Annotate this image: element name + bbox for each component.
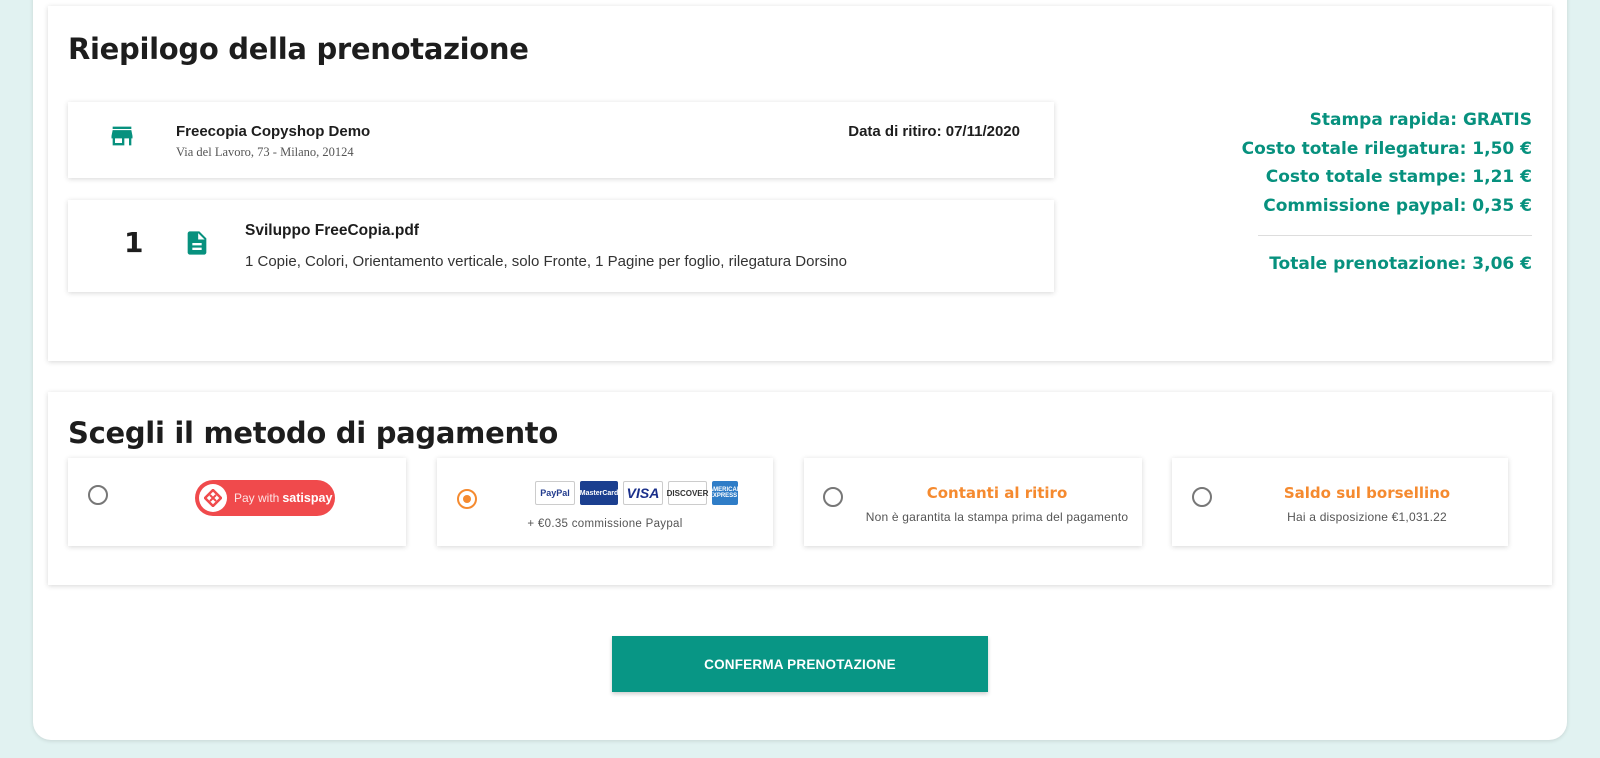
store-icon <box>111 126 133 146</box>
amex-logo: AMERICAN EXPRESS <box>709 481 741 505</box>
paypal-fee-note: + €0.35 commissione Paypal <box>527 518 683 530</box>
total-booking-line: Totale prenotazione: 3,06 € <box>1269 254 1532 274</box>
radio-satispay[interactable] <box>88 485 108 505</box>
payment-option-satispay[interactable]: Pay with satispay <box>68 458 406 546</box>
payment-option-wallet[interactable]: Saldo sul borsellino Hai a disposizione … <box>1172 458 1508 546</box>
file-item-box: 1 Sviluppo FreeCopia.pdf 1 Copie, Colori… <box>68 200 1054 292</box>
discover-logo: DISCOVER <box>667 481 708 505</box>
pickup-date: Data di ritiro: 07/11/2020 <box>848 123 1020 140</box>
satispay-label: Pay with <box>234 491 280 505</box>
fast-print-line: Stampa rapida: GRATIS <box>1309 110 1532 130</box>
paypal-logo: PayPal <box>535 481 575 505</box>
paypal-fee-line: Commissione paypal: 0,35 € <box>1263 195 1532 216</box>
binding-cost-line: Costo totale rilegatura: 1,50 € <box>1241 138 1532 159</box>
payment-option-cash[interactable]: Contanti al ritiro Non è garantita la st… <box>804 458 1142 546</box>
wallet-subtitle: Hai a disposizione €1,031.22 <box>1287 510 1447 524</box>
file-quantity: 1 <box>124 226 144 259</box>
mastercard-logo: MasterCard <box>580 481 618 505</box>
card-logos: PayPal MasterCard VISA DISCOVER AMERICAN… <box>535 481 741 505</box>
file-name: Sviluppo FreeCopia.pdf <box>245 222 419 239</box>
pickup-date-value: 07/11/2020 <box>945 123 1020 140</box>
shop-name: Freecopia Copyshop Demo <box>176 123 371 140</box>
totals-panel: Stampa rapida: GRATIS Costo totale rileg… <box>1232 106 1532 279</box>
pickup-label: Data di ritiro: <box>848 123 942 140</box>
payment-title: Scegli il metodo di pagamento <box>68 416 558 450</box>
shop-address: Via del Lavoro, 73 - Milano, 20124 <box>176 145 354 159</box>
shop-info-box: Freecopia Copyshop Demo Via del Lavoro, … <box>68 102 1054 178</box>
radio-paypal[interactable] <box>457 489 477 509</box>
file-description: 1 Copie, Colori, Orientamento verticale,… <box>245 253 847 270</box>
payment-method-card: Scegli il metodo di pagamento Pay with s… <box>48 392 1552 585</box>
booking-summary-card: Riepilogo della prenotazione Freecopia C… <box>48 6 1552 361</box>
confirm-booking-button[interactable]: CONFERMA PRENOTAZIONE <box>612 636 988 692</box>
summary-title: Riepilogo della prenotazione <box>68 32 529 66</box>
cash-title: Contanti al ritiro <box>926 484 1068 502</box>
cash-subtitle: Non è garantita la stampa prima del paga… <box>865 510 1129 524</box>
totals-divider <box>1258 235 1532 236</box>
satispay-brand: satispay <box>282 491 333 505</box>
satispay-button[interactable]: Pay with satispay <box>195 480 335 516</box>
payment-option-paypal[interactable]: PayPal MasterCard VISA DISCOVER AMERICAN… <box>437 458 773 546</box>
satispay-logo-icon <box>199 484 227 512</box>
document-icon <box>187 231 207 255</box>
visa-logo: VISA <box>623 481 663 505</box>
wallet-title: Saldo sul borsellino <box>1283 484 1451 502</box>
print-cost-line: Costo totale stampe: 1,21 € <box>1265 167 1532 187</box>
